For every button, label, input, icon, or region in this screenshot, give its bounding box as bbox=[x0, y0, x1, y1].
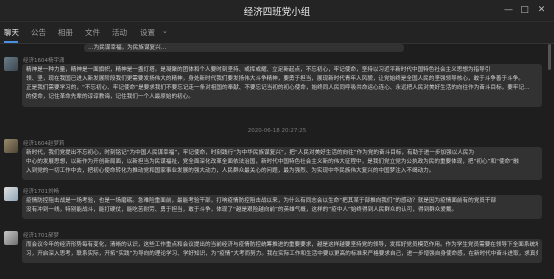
message-bubble: 精神是一种力量，精神是一面旗帜，精神是一盏灯塔。是凝聚的团体和个人要时刻坚持、或… bbox=[22, 64, 542, 107]
title-bar: 经济四班党小组 — □ ✕ bbox=[0, 0, 554, 22]
message-bubble: …为民谋幸福，为民族谋复兴… bbox=[84, 44, 404, 52]
tab-chat[interactable]: 聊天 bbox=[4, 27, 19, 38]
avatar[interactable] bbox=[4, 57, 18, 71]
message-line: 而会议今年的经济形势每有变化，清晰的认识，这些工作重点和会议提出的当前经济与疫情… bbox=[26, 242, 538, 248]
active-tab-indicator bbox=[4, 41, 18, 43]
message-bubble: 疫情防控阻击战是一场考验，也是一场磨砺。急难险重面前，最能考验干部，打响疫情防控… bbox=[22, 195, 542, 219]
message-line: 精神是一种力量，精神是一面旗帜，精神是一盏灯塔。是凝聚的团体和个人要时刻坚持、或… bbox=[26, 67, 491, 73]
close-icon[interactable]: ✕ bbox=[536, 5, 547, 16]
tab-activities[interactable]: 活动 bbox=[112, 27, 127, 38]
message-line: 疫情防控阻击战是一场考验，也是一场磨砺。急难险重面前，最能考验干部，打响疫情防控… bbox=[26, 198, 497, 204]
avatar[interactable] bbox=[4, 139, 18, 153]
tab-files[interactable]: 文件 bbox=[85, 27, 100, 38]
avatar[interactable] bbox=[4, 231, 18, 245]
message-line: 的使命，记住革命先辈的谆谆教诲，记住我们一个人最原始的初心。 bbox=[26, 94, 194, 100]
message-sender: 经济1604赵梦莉 bbox=[23, 141, 65, 147]
message-line: 入到党的一切工作中去，把初心使命转化为推动党和国家事业发展的强大动力，人民群众最… bbox=[26, 168, 435, 174]
message-line: 新时代，我们党提出不忘初心，时刻铭记“为中国人民谋幸福”，牢记使命，时刻践行“为… bbox=[26, 150, 475, 156]
message-sender: 经济1701郝梦 bbox=[23, 233, 59, 239]
avatar[interactable] bbox=[4, 187, 18, 201]
chevron-down-icon[interactable]: ⌄ bbox=[162, 27, 168, 35]
message-line: 领、坚，现在我国已进入新发展阶段我们更需要发扬伟大的精神，身处新时代我们要发扬伟… bbox=[26, 76, 524, 82]
message-bubble: 新时代，我们党提出不忘初心，时刻铭记“为中国人民谋幸福”，牢记使命，时刻践行“为… bbox=[22, 147, 542, 180]
message-sender: 经济1701刘畅 bbox=[23, 189, 59, 195]
maximize-icon[interactable]: □ bbox=[519, 5, 530, 16]
tab-settings[interactable]: 设置 bbox=[140, 27, 155, 38]
message-line: 中心的发展思想，以新作为开创新局面，以新担当为民谋福祉，党全面深化改革全面依法治… bbox=[26, 159, 519, 165]
message-sender: 经济1604杨宇潇 bbox=[23, 58, 65, 64]
tab-bar: 聊天 公告 相册 文件 活动 设置 ⌄ bbox=[0, 22, 554, 44]
tab-album[interactable]: 相册 bbox=[58, 27, 73, 38]
message-bubble: 而会议今年的经济形势每有变化，清晰的认识，这些工作重点和会议提出的当前经济与疫情… bbox=[22, 239, 542, 263]
window-title: 经济四班党小组 bbox=[243, 7, 311, 18]
minimize-icon[interactable]: — bbox=[503, 5, 514, 16]
message-line: 没有冲到一线，特别能战斗，能打硬仗，能吃苦耐劳、勇于担当，敢于斗争，体现了“越是… bbox=[26, 207, 458, 213]
chat-timestamp: 2020-06-18 20:27:25 bbox=[247, 128, 307, 134]
message-line: …为民谋幸福，为民族谋复兴… bbox=[88, 45, 167, 51]
scrollbar-thumb[interactable] bbox=[548, 44, 551, 70]
message-line: 习，开启深入思考，联系实际，开拓“实践”为导向的理论学习、学好知识，为“疫情”大… bbox=[26, 251, 538, 257]
tab-announcements[interactable]: 公告 bbox=[31, 27, 46, 38]
message-line: 正是我们需要学习的，“不忘初心、牢记使命”是要求我们不要忘记走一条对祖国的奉献、… bbox=[26, 85, 530, 91]
